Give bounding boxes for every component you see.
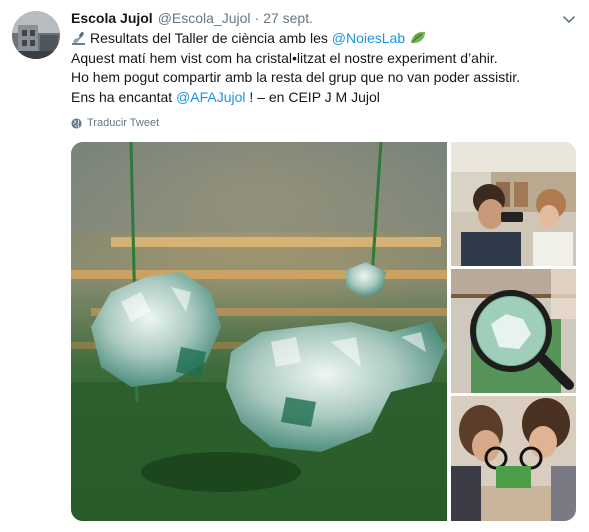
avatar[interactable] — [12, 11, 60, 59]
tweet-line-4: Ens ha encantat @AFAJujol ! – en CEIP J … — [71, 88, 581, 108]
leaf-icon — [409, 30, 427, 45]
tweet-text: Resultats del Taller de ciència amb les … — [71, 29, 581, 107]
translate-label: Traducir Tweet — [87, 117, 160, 129]
tweet-line-4-post: ! – en CEIP J M Jujol — [245, 88, 380, 105]
students-magnifier-photo[interactable] — [451, 396, 576, 521]
tweet-line-3: Ho hem pogut compartir amb la resta del … — [71, 69, 521, 85]
translate-tweet-link[interactable]: Traducir Tweet — [71, 117, 159, 129]
mention-afajujol[interactable]: @AFAJujol — [176, 89, 245, 105]
microscope-icon — [71, 31, 87, 45]
crystal-photo[interactable] — [71, 142, 447, 521]
mention-noieslab[interactable]: @NoiesLab — [332, 30, 405, 46]
chevron-down-icon[interactable] — [562, 12, 576, 26]
tweet-line-1-pre: Resultats del Taller de ciència amb les — [90, 30, 332, 46]
author-name[interactable]: Escola Jujol — [71, 10, 153, 26]
tweet-line-4-pre: Ens ha encantat — [71, 88, 177, 105]
tweet-line-1: Resultats del Taller de ciència amb les … — [71, 29, 581, 49]
media-grid — [71, 142, 576, 521]
magnifier-crystal-photo[interactable] — [451, 269, 576, 393]
school-building-image — [12, 11, 60, 59]
author-handle[interactable]: @Escola_Jujol — [158, 10, 251, 26]
tweet-header: Escola Jujol @Escola_Jujol · 27 sept. — [71, 10, 313, 28]
globe-icon — [71, 117, 82, 129]
students-microscope-photo[interactable] — [451, 142, 576, 266]
tweet-line-2: Aquest matí hem vist com ha cristal•litz… — [71, 49, 498, 66]
tweet-timestamp[interactable]: 27 sept. — [263, 10, 313, 26]
separator-dot: · — [254, 10, 260, 26]
